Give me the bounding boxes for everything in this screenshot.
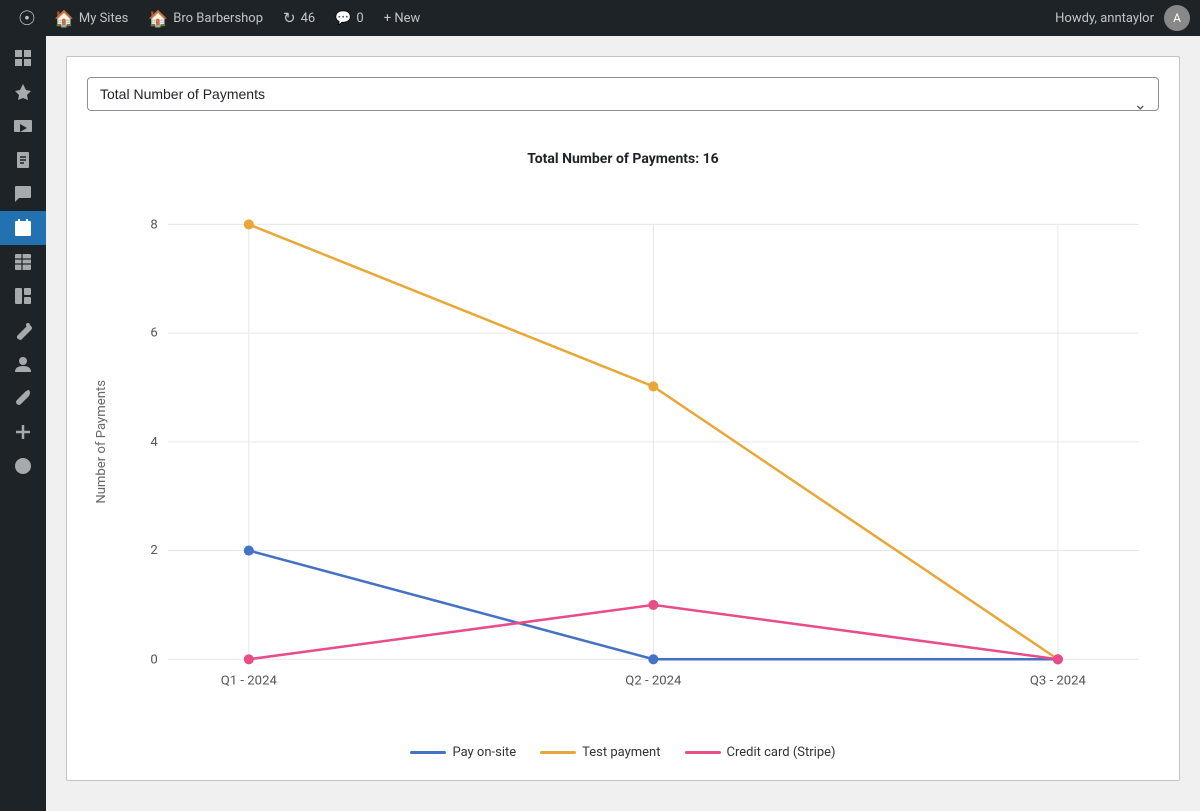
sidebar-item-users[interactable] bbox=[0, 347, 46, 381]
main-content: Total Number of Payments Total Revenue N… bbox=[46, 36, 1200, 811]
chart-card: Total Number of Payments Total Revenue N… bbox=[66, 56, 1180, 781]
legend-item-pay-onsite: Pay on-site bbox=[410, 745, 516, 760]
svg-text:Number of Payments: Number of Payments bbox=[94, 380, 109, 504]
legend-item-test-payment: Test payment bbox=[540, 745, 660, 760]
svg-text:4: 4 bbox=[150, 435, 158, 450]
pin-icon bbox=[13, 82, 33, 102]
metric-dropdown[interactable]: Total Number of Payments Total Revenue N… bbox=[87, 77, 1159, 111]
chart-container: 0 2 4 6 8 Number of Payments Q1 - 2024 Q… bbox=[87, 177, 1159, 737]
legend-label-test-payment: Test payment bbox=[582, 745, 660, 760]
comments-menu[interactable]: 💬 0 bbox=[325, 0, 374, 36]
sidebar-item-grid[interactable] bbox=[0, 279, 46, 313]
svg-text:Q1 - 2024: Q1 - 2024 bbox=[221, 674, 278, 689]
avatar: A bbox=[1164, 5, 1190, 31]
updates-count: 46 bbox=[301, 11, 316, 26]
tools-icon bbox=[13, 320, 33, 340]
credit-card-point-q1 bbox=[244, 654, 254, 664]
sidebar-item-pages[interactable] bbox=[0, 143, 46, 177]
sidebar-item-calendar[interactable] bbox=[0, 211, 46, 245]
legend-line-credit-card bbox=[685, 751, 721, 754]
legend-line-test-payment bbox=[540, 751, 576, 754]
grid-icon bbox=[13, 286, 33, 306]
credit-card-point-q3 bbox=[1053, 654, 1063, 664]
site-name-menu[interactable]: 🏠 Bro Barbershop bbox=[138, 0, 273, 36]
metric-dropdown-wrapper: Total Number of Payments Total Revenue N… bbox=[87, 77, 1159, 131]
test-payment-point-q2 bbox=[648, 381, 658, 391]
pay-onsite-point-q1 bbox=[244, 545, 254, 555]
comments-sidebar-icon bbox=[13, 184, 33, 204]
svg-text:Q3 - 2024: Q3 - 2024 bbox=[1030, 674, 1087, 689]
svg-text:Q2 - 2024: Q2 - 2024 bbox=[625, 674, 682, 689]
my-sites-menu[interactable]: 🏠 My Sites bbox=[44, 0, 138, 36]
table-icon bbox=[13, 252, 33, 272]
calendar-icon bbox=[13, 218, 33, 238]
new-label: + New bbox=[384, 11, 421, 26]
chart-title: Total Number of Payments: 16 bbox=[87, 151, 1159, 167]
sidebar-item-settings[interactable] bbox=[0, 381, 46, 415]
pages-icon bbox=[13, 150, 33, 170]
home-icon: 🏠 bbox=[54, 9, 74, 28]
play-icon bbox=[13, 456, 33, 476]
sidebar-item-comments[interactable] bbox=[0, 177, 46, 211]
svg-text:6: 6 bbox=[150, 326, 157, 341]
legend-item-credit-card: Credit card (Stripe) bbox=[685, 745, 836, 760]
chart-legend: Pay on-site Test payment Credit card (St… bbox=[87, 745, 1159, 760]
wp-logo[interactable]: ☉ bbox=[10, 0, 44, 36]
dashboard-icon bbox=[13, 48, 33, 68]
comments-count: 0 bbox=[356, 11, 363, 26]
add-icon bbox=[13, 422, 33, 442]
sidebar-item-posts[interactable] bbox=[0, 75, 46, 109]
test-payment-point-q1 bbox=[244, 219, 254, 229]
updates-icon: ↻ bbox=[283, 9, 296, 27]
admin-bar: ☉ 🏠 My Sites 🏠 Bro Barbershop ↻ 46 💬 0 +… bbox=[0, 0, 1200, 36]
pay-onsite-point-q2 bbox=[648, 654, 658, 664]
legend-line-pay-onsite bbox=[410, 751, 446, 754]
sidebar-item-table[interactable] bbox=[0, 245, 46, 279]
svg-text:8: 8 bbox=[150, 217, 157, 232]
howdy-text: Howdy, anntaylor bbox=[1055, 11, 1154, 26]
new-content-menu[interactable]: + New bbox=[374, 0, 431, 36]
site-home-icon: 🏠 bbox=[148, 9, 168, 28]
sidebar-item-play[interactable] bbox=[0, 449, 46, 483]
comments-icon: 💬 bbox=[335, 11, 351, 26]
my-sites-label: My Sites bbox=[79, 11, 128, 26]
updates-menu[interactable]: ↻ 46 bbox=[273, 0, 325, 36]
chart-svg: 0 2 4 6 8 Number of Payments Q1 - 2024 Q… bbox=[87, 177, 1159, 737]
users-icon bbox=[13, 354, 33, 374]
sidebar bbox=[0, 36, 46, 811]
credit-card-point-q2 bbox=[648, 600, 658, 610]
wrench-icon bbox=[13, 388, 33, 408]
svg-text:2: 2 bbox=[150, 543, 157, 558]
media-icon bbox=[13, 116, 33, 136]
sidebar-item-dashboard[interactable] bbox=[0, 41, 46, 75]
sidebar-item-tools[interactable] bbox=[0, 313, 46, 347]
site-name-label: Bro Barbershop bbox=[173, 11, 263, 26]
svg-text:0: 0 bbox=[150, 652, 157, 667]
legend-label-credit-card: Credit card (Stripe) bbox=[727, 745, 836, 760]
sidebar-item-media[interactable] bbox=[0, 109, 46, 143]
legend-label-pay-onsite: Pay on-site bbox=[452, 745, 516, 760]
sidebar-item-add[interactable] bbox=[0, 415, 46, 449]
